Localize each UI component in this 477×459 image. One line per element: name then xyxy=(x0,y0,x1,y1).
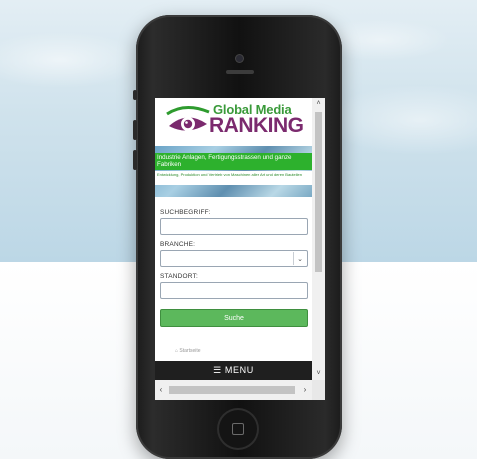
phone-home-button[interactable] xyxy=(219,410,257,448)
web-page: Global Media RANKING Industrie Anlagen, … xyxy=(155,98,312,380)
chevron-left-icon[interactable]: ‹ xyxy=(155,384,167,396)
location-input[interactable] xyxy=(160,282,308,299)
phone-volume-up xyxy=(133,120,137,140)
location-label: STANDORT: xyxy=(160,273,199,280)
search-form: SUCHBEGRIFF: BRANCHE: ⌄ STANDORT: Suche xyxy=(160,209,308,327)
eye-logo-icon xyxy=(166,106,210,131)
chevron-down-icon[interactable]: ˅ xyxy=(312,368,325,380)
chevron-down-icon[interactable]: ⌄ xyxy=(293,252,306,265)
vertical-scroll-thumb[interactable] xyxy=(315,112,322,272)
header-banner: Industrie Anlagen, Fertigungsstrassen un… xyxy=(155,146,312,197)
chevron-up-icon[interactable]: ˄ xyxy=(312,98,325,110)
menu-button[interactable]: ☰ MENU xyxy=(155,361,312,380)
chevron-right-icon[interactable]: › xyxy=(299,384,311,396)
breadcrumb[interactable]: ⌂ Startseite xyxy=(175,348,201,354)
search-term-label: SUCHBEGRIFF: xyxy=(160,209,211,216)
branch-label: BRANCHE: xyxy=(160,241,196,248)
branch-select[interactable]: ⌄ xyxy=(160,250,308,267)
breadcrumb-home-link[interactable]: Startseite xyxy=(179,348,200,354)
horizontal-scrollbar[interactable]: ‹ › xyxy=(155,380,325,400)
banner-title: Industrie Anlagen, Fertigungsstrassen un… xyxy=(155,153,312,170)
home-icon: ⌂ xyxy=(175,348,179,354)
scrollbar-corner xyxy=(312,380,325,400)
search-button[interactable]: Suche xyxy=(160,309,308,327)
site-logo[interactable]: Global Media RANKING xyxy=(155,98,312,146)
search-term-input[interactable] xyxy=(160,218,308,235)
horizontal-scroll-thumb[interactable] xyxy=(169,386,295,394)
phone-camera xyxy=(236,55,243,62)
phone-volume-down xyxy=(133,150,137,170)
phone-mute-switch xyxy=(133,90,137,100)
phone-screen: Global Media RANKING Industrie Anlagen, … xyxy=(155,98,325,400)
banner-subtitle: Entwicklung, Produktion und Vertrieb von… xyxy=(155,171,312,185)
vertical-scrollbar[interactable]: ˄ ˅ xyxy=(312,98,325,380)
phone-speaker xyxy=(226,70,254,74)
logo-text-bottom: RANKING xyxy=(209,114,304,137)
